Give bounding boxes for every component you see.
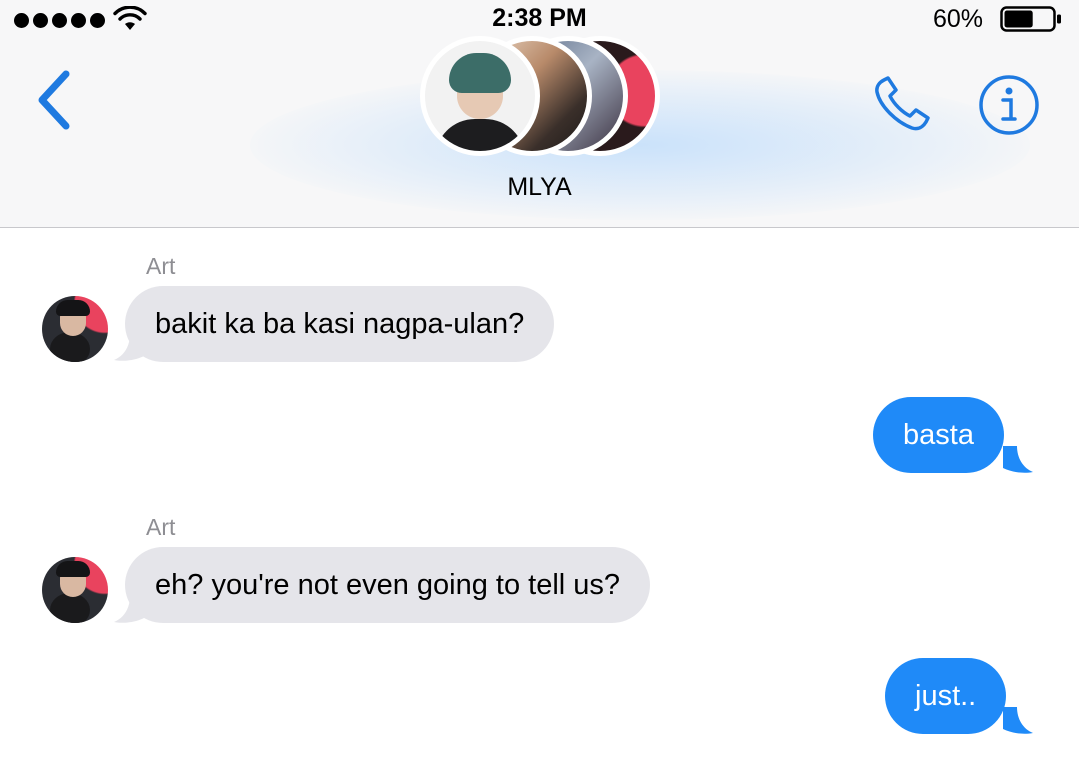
outgoing-message-bubble[interactable]: basta — [873, 397, 1004, 473]
status-bar: 2:38 PM 60% — [0, 0, 1079, 36]
group-avatar-stack[interactable] — [420, 36, 660, 156]
battery-percent: 60% — [933, 5, 984, 33]
chevron-left-icon[interactable] — [30, 68, 82, 132]
incoming-message-bubble[interactable]: bakit ka ba kasi nagpa-ulan? — [125, 286, 555, 362]
group-name[interactable]: MLYA — [0, 173, 1079, 202]
bubble-tail — [1003, 707, 1033, 734]
battery-icon — [1000, 6, 1061, 32]
info-icon[interactable] — [977, 73, 1041, 137]
sender-name: Art — [146, 514, 176, 540]
conversation-header: 2:38 PM 60% MLYA — [0, 0, 1079, 228]
bubble-tail — [1003, 446, 1033, 473]
sender-name: Art — [146, 253, 176, 279]
outgoing-message-bubble[interactable]: just.. — [885, 658, 1007, 734]
participant-avatar — [420, 36, 540, 156]
status-time: 2:38 PM — [492, 4, 587, 32]
phone-icon[interactable] — [870, 72, 940, 136]
incoming-message-bubble[interactable]: eh? you're not even going to tell us? — [125, 547, 651, 623]
sender-avatar[interactable] — [42, 296, 108, 362]
sender-avatar[interactable] — [42, 557, 108, 623]
